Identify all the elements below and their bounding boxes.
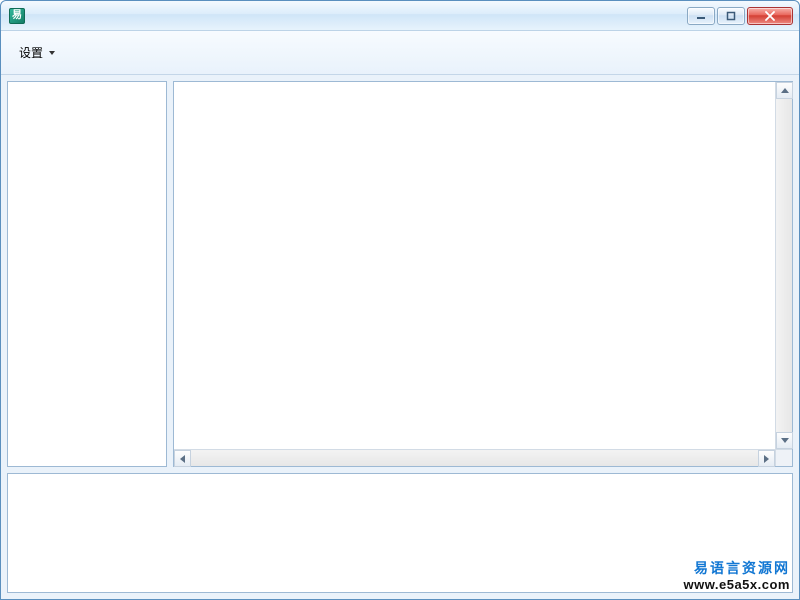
app-window: 易 设置 [0, 0, 800, 600]
top-panes [7, 81, 793, 467]
main-content-pane[interactable] [173, 81, 793, 467]
scroll-down-button[interactable] [776, 432, 793, 449]
chevron-right-icon [764, 455, 769, 463]
chevron-left-icon [180, 455, 185, 463]
close-button[interactable] [747, 7, 793, 25]
titlebar[interactable]: 易 [1, 1, 799, 31]
menu-settings[interactable]: 设置 [11, 41, 63, 64]
window-controls [687, 7, 795, 25]
vertical-scrollbar[interactable] [775, 82, 792, 449]
bottom-log-pane[interactable] [7, 473, 793, 593]
app-icon: 易 [9, 8, 25, 24]
scroll-corner [775, 449, 792, 466]
scroll-up-button[interactable] [776, 82, 793, 99]
menu-settings-label: 设置 [19, 44, 43, 61]
scroll-h-track[interactable] [191, 450, 758, 466]
main-content-viewport[interactable] [174, 82, 792, 466]
maximize-button[interactable] [717, 7, 745, 25]
minimize-button[interactable] [687, 7, 715, 25]
chevron-up-icon [781, 88, 789, 93]
horizontal-scrollbar[interactable] [174, 449, 775, 466]
scroll-v-track[interactable] [776, 99, 792, 432]
scroll-right-button[interactable] [758, 450, 775, 467]
menubar: 设置 [1, 31, 799, 75]
chevron-down-icon [781, 438, 789, 443]
client-area [1, 75, 799, 599]
left-list-pane[interactable] [7, 81, 167, 467]
scroll-left-button[interactable] [174, 450, 191, 467]
chevron-down-icon [49, 51, 55, 55]
